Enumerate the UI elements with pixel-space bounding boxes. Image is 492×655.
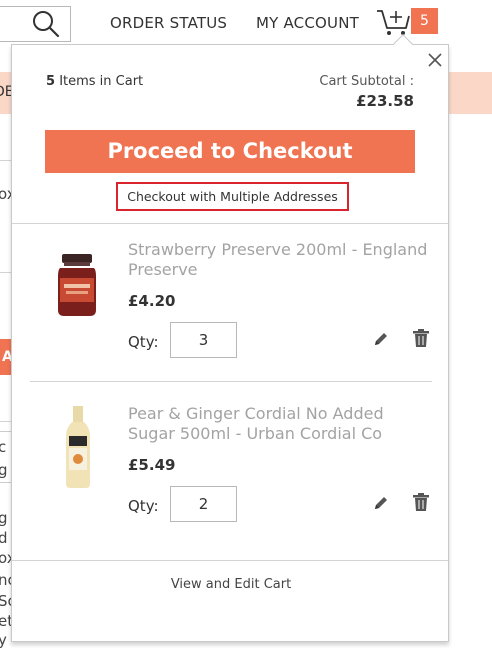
subtotal-label: Cart Subtotal : [319,74,414,89]
background-text: c [0,438,7,456]
trash-icon[interactable] [412,492,430,512]
background-text: g [0,461,8,479]
checkout-multiple-addresses-link[interactable]: Checkout with Multiple Addresses [116,182,349,211]
edit-pencil-icon[interactable] [372,330,390,348]
view-and-edit-cart-link[interactable]: View and Edit Cart [12,577,450,592]
product-name[interactable]: Strawberry Preserve 200ml - England Pres… [128,240,428,280]
subtotal-value: £23.58 [356,92,414,110]
product-price: £4.20 [128,292,176,310]
search-input[interactable] [0,6,71,42]
items-in-cart: 5 Items in Cart [46,74,143,89]
qty-label: Qty: [128,333,159,351]
cart-icon[interactable] [376,7,410,37]
qty-input[interactable]: 3 [170,322,237,358]
nav-my-account[interactable]: MY ACCOUNT [256,14,359,32]
background-text: g [0,509,8,527]
minicart-dropdown: 5 Items in Cart Cart Subtotal : £23.58 P… [11,34,450,642]
trash-icon[interactable] [412,328,430,348]
divider [12,223,448,224]
product-price: £5.49 [128,456,176,474]
product-name[interactable]: Pear & Ginger Cordial No Added Sugar 500… [128,404,428,444]
background-text: y [0,631,7,649]
product-image-cordial-bottle[interactable] [50,404,106,490]
items-count-label: Items in Cart [59,74,144,89]
proceed-to-checkout-button[interactable]: Proceed to Checkout [45,130,415,173]
items-count-number: 5 [46,74,56,89]
nav-order-status[interactable]: ORDER STATUS [110,14,227,32]
divider [12,560,448,561]
background-text: d [0,529,8,547]
qty-input[interactable]: 2 [170,486,237,522]
qty-label: Qty: [128,497,159,515]
product-image-jam-jar[interactable] [50,248,106,334]
edit-pencil-icon[interactable] [372,494,390,512]
close-icon[interactable] [426,51,444,69]
divider [30,381,432,382]
dropdown-arrow [393,34,413,54]
cart-count-badge[interactable]: 5 [411,8,438,34]
search-icon[interactable] [31,9,61,39]
